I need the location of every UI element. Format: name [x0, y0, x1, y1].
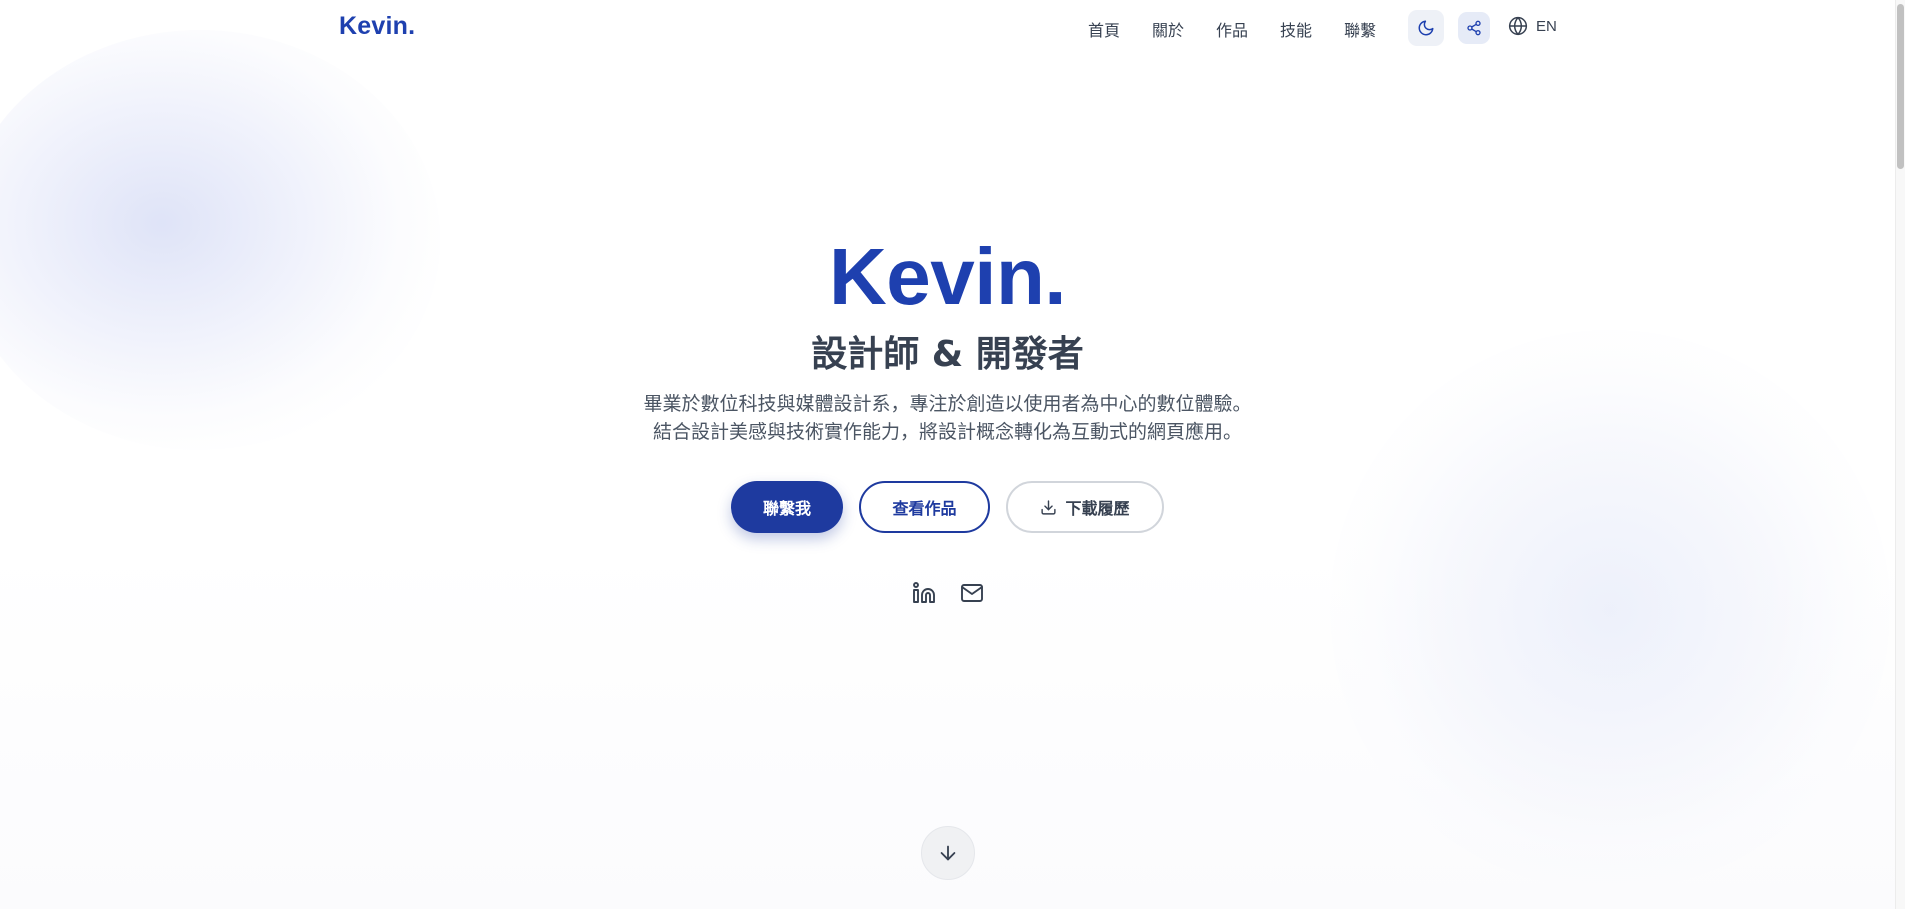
share-button[interactable]	[1458, 12, 1490, 44]
page-scrollbar[interactable]	[1895, 0, 1905, 909]
page: Kevin. 首頁 關於 作品 技能 聯繫 EN Kevin. 設計師 & 開發…	[0, 0, 1905, 909]
hero-description: 畢業於數位科技與媒體設計系，專注於創造以使用者為中心的數位體驗。 結合設計美感與…	[0, 390, 1895, 446]
share-icon	[1467, 20, 1481, 36]
nav-home[interactable]: 首頁	[1088, 17, 1120, 41]
brand-logo[interactable]: Kevin.	[339, 12, 415, 41]
linkedin-icon	[912, 582, 935, 603]
arrow-down-icon	[940, 845, 956, 861]
social-links	[0, 580, 1895, 606]
view-works-button[interactable]: 查看作品	[859, 481, 990, 533]
download-resume-button[interactable]: 下載履歷	[1006, 481, 1164, 533]
nav-about[interactable]: 關於	[1152, 17, 1184, 41]
scrollbar-thumb[interactable]	[1897, 4, 1904, 169]
hero-description-line-1: 畢業於數位科技與媒體設計系，專注於創造以使用者為中心的數位體驗。	[643, 393, 1252, 415]
nav-contact[interactable]: 聯繫	[1344, 17, 1376, 41]
nav-skills[interactable]: 技能	[1280, 17, 1312, 41]
hero-title: Kevin.	[828, 232, 1067, 321]
download-resume-label: 下載履歷	[1065, 499, 1130, 518]
mail-icon	[960, 584, 983, 602]
download-icon	[1041, 499, 1057, 515]
cta-buttons: 聯繫我 查看作品 下載履歷	[0, 481, 1895, 533]
nav-works[interactable]: 作品	[1216, 17, 1248, 41]
linkedin-link[interactable]	[911, 580, 937, 606]
language-switch[interactable]: EN	[1508, 16, 1557, 36]
main-nav: 首頁 關於 作品 技能 聯繫	[1088, 17, 1408, 41]
contact-me-button[interactable]: 聯繫我	[731, 481, 843, 533]
language-label: EN	[1536, 17, 1557, 35]
hero-subtitle: 設計師 & 開發者	[811, 334, 1084, 375]
globe-icon	[1508, 16, 1528, 36]
site-header: Kevin. 首頁 關於 作品 技能 聯繫 EN	[0, 0, 1905, 56]
theme-toggle-button[interactable]	[1408, 10, 1444, 46]
hero-description-line-2: 結合設計美感與技術實作能力，將設計概念轉化為互動式的網頁應用。	[652, 421, 1242, 443]
scroll-down-button[interactable]	[921, 826, 975, 880]
moon-icon	[1418, 20, 1434, 36]
email-link[interactable]	[959, 580, 985, 606]
